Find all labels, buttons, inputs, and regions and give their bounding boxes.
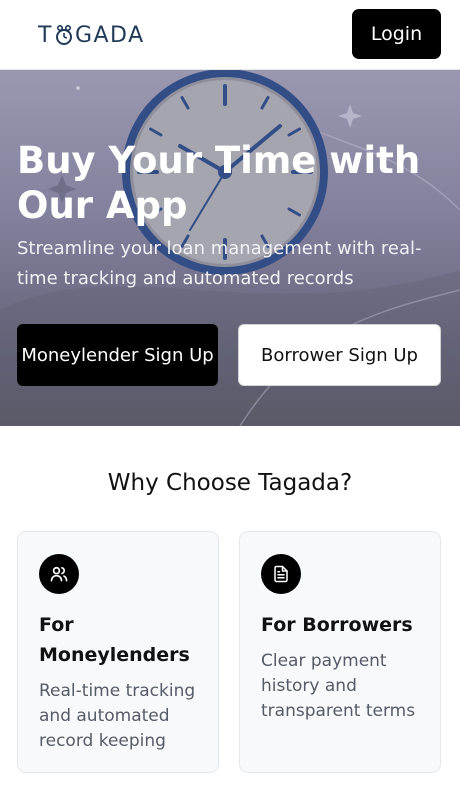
feature-card-description: Real-time tracking and automated record … [39, 681, 196, 751]
hero-subtitle: Streamline your loan management with rea… [17, 238, 422, 289]
top-header: T GADA Login [0, 0, 460, 70]
feature-card-description: Clear payment history and transparent te… [261, 651, 416, 721]
feature-card-title: For Moneylenders [39, 614, 190, 666]
logo-text-right: GADA [74, 22, 145, 48]
hero-title: Buy Your Time with Our App [17, 139, 421, 227]
borrower-signup-button[interactable]: Borrower Sign Up [238, 324, 441, 386]
users-icon [39, 554, 79, 594]
feature-card-moneylenders: For Moneylenders Real-time tracking and … [17, 531, 219, 773]
moneylender-signup-button[interactable]: Moneylender Sign Up [17, 324, 218, 386]
logo-mark-icon [54, 24, 74, 46]
feature-card-borrowers: For Borrowers Clear payment history and … [239, 531, 441, 773]
logo-text-left: T [38, 22, 53, 48]
hero-section: Buy Your Time with Our App Streamline yo… [0, 70, 460, 426]
document-icon [261, 554, 301, 594]
section-heading: Why Choose Tagada? [107, 470, 353, 496]
tagada-logo[interactable]: T GADA [38, 20, 145, 50]
login-button[interactable]: Login [352, 9, 441, 59]
feature-card-title: For Borrowers [261, 614, 413, 636]
